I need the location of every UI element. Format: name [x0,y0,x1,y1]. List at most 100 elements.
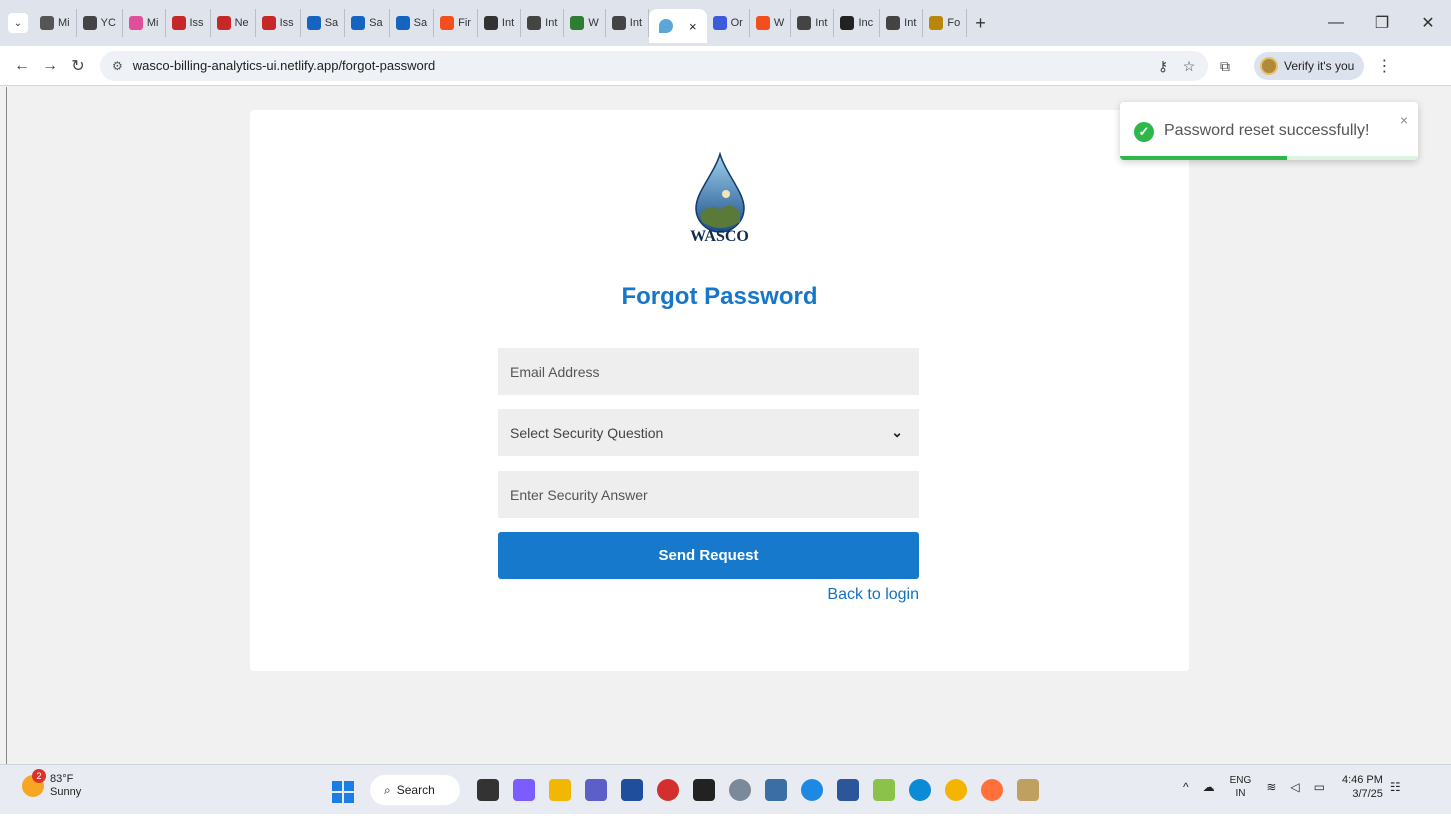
page-title: Forgot Password [621,283,818,310]
browser-tab[interactable]: Fir [434,9,478,37]
browser-tab[interactable]: Int [478,9,522,37]
browser-tab[interactable]: Mi [123,9,166,37]
tab-label: Or [730,17,743,29]
browser-tab[interactable]: Iss [256,9,301,37]
back-to-login-link[interactable]: Back to login [498,586,919,604]
paint-icon[interactable] [873,779,895,801]
chevron-down-icon: ⌄ [891,424,903,440]
clock[interactable]: 4:46 PM 3/7/25 [1342,773,1383,801]
tab-label: Iss [189,17,204,29]
weather-widget[interactable]: 2 83°F Sunny [22,769,81,799]
browser-tab[interactable]: Sa [345,9,390,37]
lang-top: ENG [1229,775,1252,786]
toast-message: Password reset successfully! [1164,122,1370,139]
tab-favicon-icon [929,16,944,30]
volume-icon[interactable]: ◁ [1290,780,1299,794]
minimize-icon[interactable]: — [1313,14,1359,32]
security-question-select[interactable]: Select Security Question ⌄ [498,409,919,456]
browser-tab[interactable]: Fo [923,9,968,37]
battery-icon[interactable]: ▭ [1314,780,1325,794]
windows-start-icon[interactable] [332,781,354,803]
sticky-notes-icon[interactable] [693,779,715,801]
close-tab-icon[interactable]: × [689,19,697,34]
browser-tab[interactable]: Ne [211,9,256,37]
snipping-tool-icon[interactable] [1017,779,1039,801]
skype-icon[interactable] [801,779,823,801]
notification-icon[interactable]: ☷ [1390,780,1401,794]
tab-label: Fir [458,17,471,29]
address-bar[interactable]: ⚙ wasco-billing-analytics-ui.netlify.app… [100,50,1208,81]
close-icon[interactable]: × [1400,112,1408,128]
tab-label: Mi [146,17,159,29]
tab-search-button[interactable]: ⌄ [8,13,28,33]
tab-label: Iss [279,17,294,29]
wifi-icon[interactable]: ≋ [1266,780,1276,794]
browser-tab[interactable]: Int [521,9,565,37]
browser-tab-active[interactable]: × [649,9,707,43]
forward-arrow-icon[interactable]: → [36,57,64,75]
tab-label: YC [100,17,116,29]
settings-icon[interactable] [729,779,751,801]
browser-tab[interactable]: Mi [34,9,77,37]
bookmark-star-icon[interactable]: ☆ [1176,58,1202,75]
browser-tab[interactable]: Sa [390,9,435,37]
new-tab-button[interactable]: + [975,13,986,34]
extensions-icon[interactable]: ⧉ [1212,58,1238,75]
browser-tab-strip: ⌄ Mi YC Mi Iss Ne Iss Sa Sa Sa Fir Int Int W Int × Or W I… [0,0,1451,46]
browser-tab[interactable]: Int [880,9,924,37]
browser-tab[interactable]: YC [77,9,123,37]
close-window-icon[interactable]: ✕ [1405,13,1451,33]
store-icon[interactable] [621,779,643,801]
edge-icon[interactable] [909,779,931,801]
browser-tab[interactable]: W [564,9,606,37]
task-view-icon[interactable] [477,779,499,801]
teams-icon[interactable] [585,779,607,801]
email-field[interactable] [498,348,919,395]
browser-tab[interactable]: Inc [834,9,881,37]
reload-icon[interactable]: ↻ [64,56,92,76]
browser-toolbar: ← → ↻ ⚙ wasco-billing-analytics-ui.netli… [0,46,1451,86]
tab-favicon-icon [797,16,812,30]
forgot-password-card: WASCO Forgot Password Select Security Qu… [250,110,1189,671]
tab-label: Sa [369,17,383,29]
send-request-button[interactable]: Send Request [498,532,919,579]
security-question-label: Select Security Question [510,424,664,441]
tab-favicon-icon [351,16,366,30]
taskbar-search[interactable]: ⌕ Search [370,775,460,805]
tab-label: W [588,17,599,29]
onedrive-icon[interactable]: ☁ [1203,780,1215,794]
browser-tab[interactable]: Or [707,9,750,37]
word-icon[interactable] [837,779,859,801]
file-explorer-icon[interactable] [549,779,571,801]
tab-label: Sa [324,17,339,29]
browser-tab[interactable]: Sa [301,9,346,37]
browser-tab[interactable]: W [750,9,792,37]
browser-tab[interactable]: Iss [166,9,211,37]
tab-label: Inc [858,17,874,29]
language-indicator[interactable]: ENG IN [1230,774,1252,800]
clock-time: 4:46 PM [1341,774,1383,786]
profile-verify-button[interactable]: Verify it's you [1254,52,1365,80]
pinned-apps [470,775,1046,805]
chrome-icon[interactable] [945,779,967,801]
tab-favicon-icon [527,16,542,30]
tab-label: Int [904,17,917,29]
tab-label: Sa [413,17,428,29]
calculator-icon[interactable] [765,779,787,801]
tab-favicon-icon [128,16,143,30]
browser-tab[interactable]: Int [791,9,835,37]
site-info-icon[interactable]: ⚙ [112,59,123,73]
tab-favicon-icon [306,16,321,30]
more-menu-icon[interactable]: ⋮ [1376,56,1392,76]
back-arrow-icon[interactable]: ← [8,57,36,75]
browser-tab[interactable]: Int [606,9,650,37]
tab-favicon-icon [395,16,410,30]
chevron-up-icon[interactable]: ^ [1183,780,1189,794]
security-answer-field[interactable] [498,471,919,518]
firefox-icon[interactable] [981,779,1003,801]
opera-icon[interactable] [657,779,679,801]
restore-icon[interactable]: ❐ [1359,13,1405,33]
search-label: Search [396,783,435,797]
copilot-icon[interactable] [513,779,535,801]
password-key-icon[interactable]: ⚷ [1150,58,1176,75]
